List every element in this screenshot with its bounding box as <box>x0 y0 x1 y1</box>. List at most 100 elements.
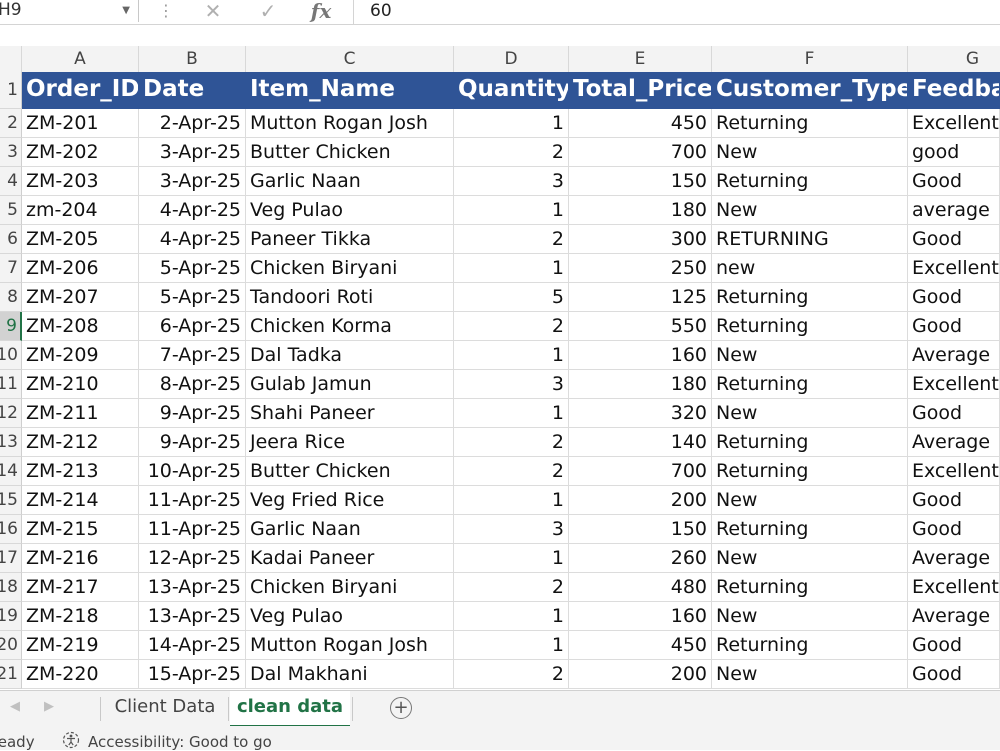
name-box[interactable]: H9 ▼ <box>0 0 139 22</box>
table-cell[interactable]: Gulab Jamun <box>246 370 454 399</box>
table-cell[interactable]: 260 <box>569 544 712 573</box>
table-cell[interactable]: 1 <box>454 602 569 631</box>
table-cell[interactable]: 200 <box>569 486 712 515</box>
table-cell[interactable]: 2-Apr-25 <box>139 109 246 138</box>
table-cell[interactable]: 450 <box>569 109 712 138</box>
table-cell[interactable]: Good <box>908 631 1000 660</box>
table-cell[interactable]: Veg Pulao <box>246 602 454 631</box>
table-cell[interactable]: Mutton Rogan Josh <box>246 109 454 138</box>
table-cell[interactable]: new <box>712 254 908 283</box>
table-cell[interactable]: Butter Chicken <box>246 457 454 486</box>
row-header-5[interactable]: 5 <box>0 196 22 225</box>
row-header-1[interactable]: 1 <box>0 72 22 109</box>
table-cell[interactable]: New <box>712 196 908 225</box>
table-cell[interactable]: Chicken Korma <box>246 312 454 341</box>
table-cell[interactable]: 15-Apr-25 <box>139 660 246 689</box>
table-cell[interactable]: RETURNING <box>712 225 908 254</box>
table-cell[interactable]: Good <box>908 515 1000 544</box>
table-cell[interactable]: 250 <box>569 254 712 283</box>
table-cell[interactable]: ZM-220 <box>22 660 139 689</box>
tab-client-data[interactable]: Client Data <box>104 691 226 725</box>
table-cell[interactable]: Paneer Tikka <box>246 225 454 254</box>
table-cell[interactable]: 14-Apr-25 <box>139 631 246 660</box>
table-cell[interactable]: Dal Tadka <box>246 341 454 370</box>
table-cell[interactable]: 2 <box>454 312 569 341</box>
table-cell[interactable]: New <box>712 399 908 428</box>
table-cell[interactable]: 480 <box>569 573 712 602</box>
table-cell[interactable]: ZM-203 <box>22 167 139 196</box>
table-cell[interactable]: 6-Apr-25 <box>139 312 246 341</box>
table-cell[interactable]: 10-Apr-25 <box>139 457 246 486</box>
table-cell[interactable]: ZM-206 <box>22 254 139 283</box>
row-header-14[interactable]: 14 <box>0 457 22 486</box>
table-cell[interactable]: Returning <box>712 312 908 341</box>
column-header-f[interactable]: F <box>712 46 908 72</box>
table-cell[interactable]: ZM-212 <box>22 428 139 457</box>
table-cell[interactable]: 2 <box>454 225 569 254</box>
table-cell[interactable]: Returning <box>712 457 908 486</box>
table-cell[interactable]: 1 <box>454 254 569 283</box>
table-cell[interactable]: Good <box>908 660 1000 689</box>
table-cell[interactable]: 300 <box>569 225 712 254</box>
table-cell[interactable]: 1 <box>454 486 569 515</box>
table-cell[interactable]: Veg Fried Rice <box>246 486 454 515</box>
scroll-tabs-left-icon[interactable]: ◀ <box>10 699 20 714</box>
chevron-down-icon[interactable]: ▼ <box>122 0 130 22</box>
table-cell[interactable]: Average <box>908 544 1000 573</box>
table-cell[interactable]: ZM-205 <box>22 225 139 254</box>
tab-clean-data[interactable]: clean data <box>230 691 350 728</box>
row-header-3[interactable]: 3 <box>0 138 22 167</box>
table-cell[interactable]: Excellent <box>908 254 1000 283</box>
table-cell[interactable]: 3 <box>454 167 569 196</box>
table-cell[interactable]: 3-Apr-25 <box>139 138 246 167</box>
accessibility-icon[interactable] <box>62 731 80 749</box>
table-cell[interactable]: 3 <box>454 370 569 399</box>
table-cell[interactable]: 550 <box>569 312 712 341</box>
table-cell[interactable]: 180 <box>569 370 712 399</box>
table-cell[interactable]: 1 <box>454 341 569 370</box>
table-cell[interactable]: New <box>712 486 908 515</box>
table-cell[interactable]: 5 <box>454 283 569 312</box>
table-cell[interactable]: 13-Apr-25 <box>139 573 246 602</box>
insert-function-icon[interactable]: fx <box>306 0 336 22</box>
table-cell[interactable]: 1 <box>454 196 569 225</box>
enter-check-icon[interactable]: ✓ <box>253 0 283 22</box>
row-header-16[interactable]: 16 <box>0 515 22 544</box>
table-cell[interactable]: Returning <box>712 370 908 399</box>
table-cell[interactable]: Returning <box>712 167 908 196</box>
table-cell[interactable]: 4-Apr-25 <box>139 225 246 254</box>
table-cell[interactable]: 8-Apr-25 <box>139 370 246 399</box>
row-header-20[interactable]: 20 <box>0 631 22 660</box>
row-header-19[interactable]: 19 <box>0 602 22 631</box>
table-cell[interactable]: Excellent <box>908 573 1000 602</box>
table-cell[interactable]: ZM-213 <box>22 457 139 486</box>
header-cell-total-price[interactable]: Total_Price <box>569 72 712 109</box>
table-cell[interactable]: ZM-210 <box>22 370 139 399</box>
table-cell[interactable]: Average <box>908 602 1000 631</box>
table-cell[interactable]: Dal Makhani <box>246 660 454 689</box>
row-header-2[interactable]: 2 <box>0 109 22 138</box>
header-cell-date[interactable]: Date <box>139 72 246 109</box>
table-cell[interactable]: 2 <box>454 428 569 457</box>
table-cell[interactable]: Mutton Rogan Josh <box>246 631 454 660</box>
header-cell-order-id[interactable]: Order_ID <box>22 72 139 109</box>
table-cell[interactable]: 1 <box>454 631 569 660</box>
table-cell[interactable]: 140 <box>569 428 712 457</box>
row-header-4[interactable]: 4 <box>0 167 22 196</box>
table-cell[interactable]: 13-Apr-25 <box>139 602 246 631</box>
table-cell[interactable]: 3-Apr-25 <box>139 167 246 196</box>
table-cell[interactable]: Good <box>908 225 1000 254</box>
table-cell[interactable]: Chicken Biryani <box>246 254 454 283</box>
table-cell[interactable]: Returning <box>712 631 908 660</box>
table-cell[interactable]: Chicken Biryani <box>246 573 454 602</box>
table-cell[interactable]: Average <box>908 341 1000 370</box>
more-options-icon[interactable]: ⋮ <box>158 0 174 22</box>
table-cell[interactable]: 11-Apr-25 <box>139 515 246 544</box>
column-header-e[interactable]: E <box>569 46 712 72</box>
column-header-g[interactable]: G <box>908 46 1000 72</box>
formula-input[interactable]: 60 <box>370 0 392 22</box>
table-cell[interactable]: 7-Apr-25 <box>139 341 246 370</box>
table-cell[interactable]: Returning <box>712 515 908 544</box>
table-cell[interactable]: Excellent <box>908 109 1000 138</box>
table-cell[interactable]: 3 <box>454 515 569 544</box>
